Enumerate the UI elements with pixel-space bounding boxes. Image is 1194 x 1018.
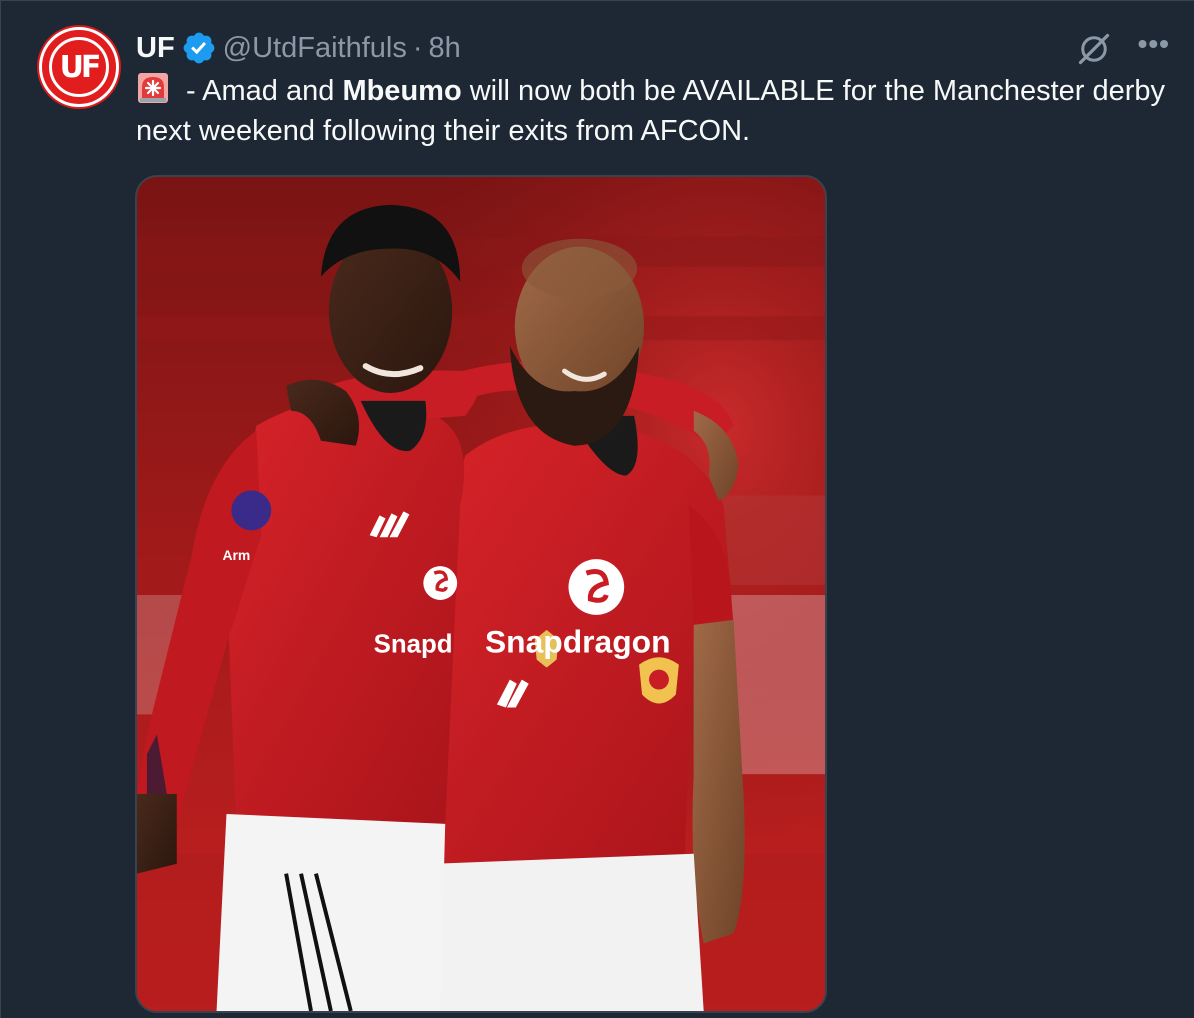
profile-avatar[interactable]: UF	[39, 27, 119, 107]
sleeve-badge: Arm	[223, 547, 251, 563]
avatar-text: UF	[59, 49, 102, 85]
display-name[interactable]: UF	[136, 32, 175, 65]
grok-icon[interactable]	[1076, 31, 1112, 67]
timestamp[interactable]: 8h	[429, 32, 461, 65]
separator-dot: ·	[412, 31, 423, 64]
rotating-light-emoji-icon	[138, 73, 168, 103]
sponsor-logo-left: Snapd	[374, 631, 453, 659]
sponsor-logo-right: Snapdragon	[485, 624, 671, 660]
tweet-card[interactable]: UF UF @UtdFaithfuls · 8h ••• - Amad and …	[0, 0, 1194, 1018]
tweet-text-part1: - Amad and	[178, 75, 343, 107]
user-handle[interactable]: @UtdFaithfuls	[223, 32, 407, 65]
tweet-text: - Amad and Mbeumo will now both be AVAIL…	[136, 71, 1166, 151]
tweet-actions-top: •••	[1076, 30, 1170, 67]
tweet-text-bold: Mbeumo	[342, 75, 462, 107]
verified-badge-icon[interactable]	[181, 30, 217, 66]
uf-logo-icon: UF	[49, 37, 109, 97]
tweet-media-photo[interactable]: Snapdragon Snapd Arm	[135, 175, 827, 1013]
players-photo: Snapdragon Snapd Arm	[137, 177, 825, 1011]
more-icon[interactable]: •••	[1138, 30, 1170, 58]
tweet-header: UF @UtdFaithfuls · 8h	[136, 29, 461, 67]
